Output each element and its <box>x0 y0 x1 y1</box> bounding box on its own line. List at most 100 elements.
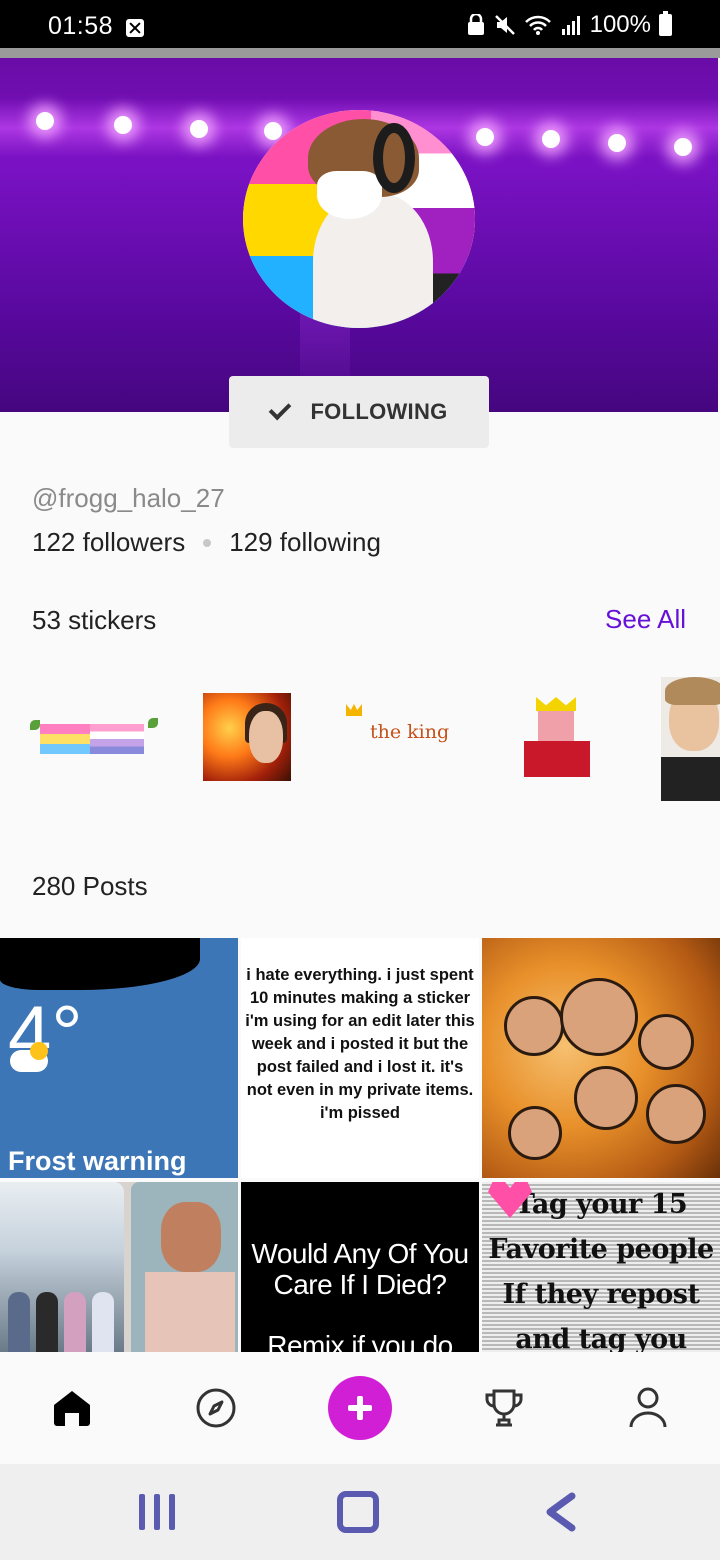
create-button[interactable] <box>328 1376 392 1440</box>
stats-separator <box>203 538 212 547</box>
collage-portrait <box>638 1014 694 1070</box>
trophy-icon <box>485 1389 523 1427</box>
avatar[interactable] <box>243 110 475 328</box>
post-line: Remix if you do <box>267 1330 453 1352</box>
sticker-fire-girl[interactable] <box>203 693 291 781</box>
sticker-head <box>538 711 574 741</box>
collage-portrait <box>560 978 638 1056</box>
back-icon <box>546 1492 576 1532</box>
avatar-mask <box>317 171 383 219</box>
sticker-king-text: the king <box>370 721 450 743</box>
sticker-face <box>249 711 283 763</box>
sticker-boy-photo[interactable] <box>661 677 720 801</box>
followers-count[interactable]: 122 followers <box>32 527 185 558</box>
nav-profile[interactable] <box>608 1352 688 1464</box>
status-icons: 100% <box>466 11 672 38</box>
banner-light <box>476 128 494 146</box>
nav-challenges[interactable] <box>464 1352 544 1464</box>
ace-flag <box>90 724 144 754</box>
post-frost-warning[interactable]: 4° Frost warning <box>0 938 238 1178</box>
sticker-body <box>524 741 590 777</box>
home-button[interactable] <box>313 1464 403 1560</box>
header-divider <box>0 48 720 58</box>
post-would-any-of-you[interactable]: Would Any Of You Care If I Died? Remix i… <box>241 1182 479 1352</box>
banner-light <box>674 138 692 156</box>
recent-apps-button[interactable] <box>112 1464 202 1560</box>
recycle-lock-icon <box>467 14 484 35</box>
post-line: Would Any Of You <box>251 1238 469 1269</box>
system-nav-bar <box>0 1464 720 1560</box>
post-photo-left <box>0 1182 124 1352</box>
photo-figure <box>145 1272 235 1352</box>
post-overlay <box>0 938 200 990</box>
post-photo-right <box>131 1182 238 1352</box>
post-line: Favorite people <box>488 1234 714 1265</box>
crown-icon <box>536 697 576 711</box>
post-text: i hate everything. i just spent 10 minut… <box>245 966 475 1122</box>
explore-icon <box>196 1388 236 1428</box>
post-tag-your-15[interactable]: Tag your 15 Favorite people If they repo… <box>482 1182 720 1352</box>
collage-portrait <box>508 1106 562 1160</box>
home-icon <box>54 1391 90 1426</box>
sun-icon <box>30 1042 48 1060</box>
home-square-icon <box>337 1491 379 1533</box>
battery-icon <box>659 11 672 36</box>
post-caption: Frost warning <box>8 1146 187 1176</box>
battery-percent: 100% <box>589 11 651 38</box>
sticker-pride-flags[interactable] <box>28 712 160 762</box>
recent-apps-icon <box>139 1494 175 1530</box>
photo-figure <box>92 1292 114 1352</box>
sticker-shirt <box>661 757 720 801</box>
profile-stats: 122 followers 129 following <box>32 527 381 558</box>
signal-icon <box>561 16 580 35</box>
profile-icon <box>629 1387 667 1428</box>
plus-icon <box>348 1396 372 1420</box>
sticker-hair <box>665 677 720 705</box>
mute-icon <box>494 15 515 35</box>
post-collage[interactable] <box>482 938 720 1178</box>
status-time: 01:58 <box>48 12 114 40</box>
crown-icon <box>346 704 362 716</box>
avatar-headphones <box>372 123 415 193</box>
posts-count: 280 Posts <box>32 871 148 901</box>
nav-home[interactable] <box>32 1352 112 1464</box>
notification-icon <box>126 19 144 37</box>
banner-light <box>190 120 208 138</box>
see-all-link[interactable]: See All <box>605 604 686 635</box>
back-button[interactable] <box>515 1464 605 1560</box>
photo-figure <box>36 1292 58 1352</box>
collage-portrait <box>574 1066 638 1130</box>
post-line: If they repost <box>502 1279 700 1310</box>
following-button[interactable]: FOLLOWING <box>229 376 489 448</box>
following-button-label: FOLLOWING <box>310 399 448 424</box>
collage-portrait <box>646 1084 706 1144</box>
following-count[interactable]: 129 following <box>229 527 381 558</box>
nav-explore[interactable] <box>176 1352 256 1464</box>
banner-light <box>542 130 560 148</box>
photo-figure <box>64 1292 86 1352</box>
leaf-decoration <box>30 720 40 730</box>
post-text-block: Would Any Of You Care If I Died? Remix i… <box>241 1182 479 1352</box>
sticker-minecraft-pig[interactable] <box>524 697 590 777</box>
stickers-count: 53 stickers <box>32 605 157 635</box>
sticker-the-king[interactable]: the king <box>340 700 460 750</box>
post-line: Care If I Died? <box>273 1269 447 1300</box>
check-icon <box>269 397 292 421</box>
collage-portrait <box>504 996 564 1056</box>
banner-light <box>114 116 132 134</box>
nav-create[interactable] <box>320 1352 400 1464</box>
post-line: and tag you back, <box>515 1324 687 1352</box>
post-photo[interactable] <box>0 1182 238 1352</box>
banner-light <box>608 134 626 152</box>
wifi-icon <box>524 15 551 35</box>
profile-handle: @frogg_halo_27 <box>32 483 225 513</box>
pan-flag <box>40 724 90 754</box>
leaf-decoration <box>148 718 158 728</box>
banner-light <box>36 112 54 130</box>
bottom-nav <box>0 1352 720 1464</box>
post-text-rant[interactable]: i hate everything. i just spent 10 minut… <box>241 938 479 1178</box>
photo-figure <box>8 1292 30 1352</box>
photo-figure <box>161 1202 221 1272</box>
status-bar: 01:58 100% <box>0 0 720 48</box>
profile-banner <box>0 58 718 412</box>
